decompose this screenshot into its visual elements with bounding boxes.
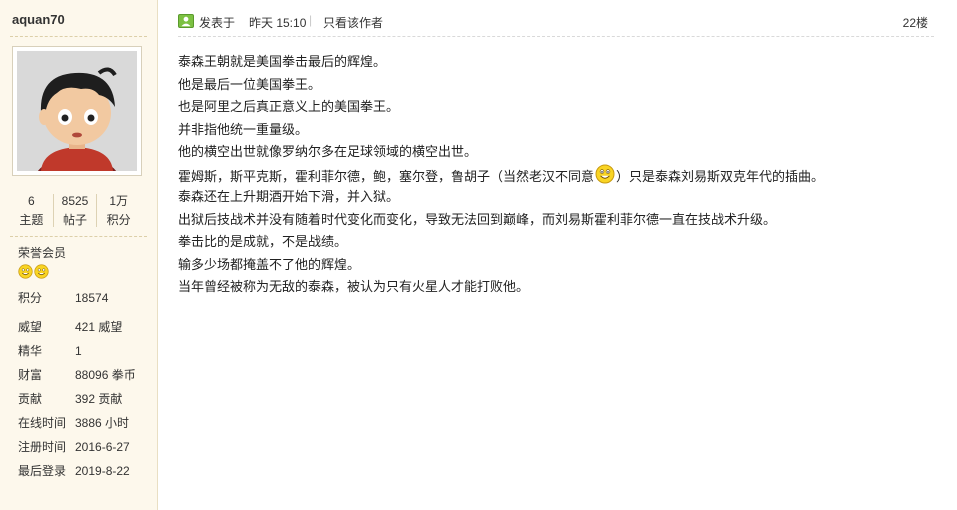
info-row-points: 积分 18574 [18,289,108,306]
info-row-last-login: 最后登录 2019-8-22 [18,462,130,479]
avatar[interactable] [17,51,137,171]
stat-points[interactable]: 1万 积分 [96,194,140,227]
info-row-prestige: 威望 421 威望 [18,318,122,335]
info-key: 威望 [18,320,43,334]
post-line: 他的横空出世就像罗纳尔多在足球领域的横空出世。 [178,144,478,159]
info-key: 精华 [18,344,43,358]
info-key: 积分 [18,291,43,305]
info-row-wealth: 财富 88096 拳币 [18,366,136,383]
info-value: 3886 小时 [75,416,130,430]
stat-posts-value[interactable]: 8525 [54,194,97,208]
info-value: 18574 [75,291,109,305]
divider [178,36,934,37]
floor-number[interactable]: 22楼 [903,14,928,31]
user-group[interactable]: 荣誉会员 [18,244,66,261]
post-line: 霍姆斯，斯平克斯，霍利菲尔德，鲍，塞尔登，鲁胡子（当然老汉不同意 ）只是泰森刘易… [178,164,934,187]
post-line: 并非指他统一重量级。 [178,121,309,137]
info-value: 88096 拳币 [75,368,136,382]
info-key: 在线时间 [18,416,67,430]
author-username[interactable]: aquan70 [12,12,65,27]
post-line: 出狱后技战术并没有随着时代变化而变化，导致无法回到巅峰，而刘易斯霍利菲尔德一直在… [178,211,777,227]
post-line-segment: 霍姆斯，斯平克斯，霍利菲尔德，鲍，塞尔登，鲁胡子（当然老汉不同意 [178,168,595,184]
info-row-registered: 注册时间 2016-6-27 [18,438,130,455]
info-row-online-time: 在线时间 3886 小时 [18,414,129,431]
post-line: 他是最后一位美国拳王。 [178,76,322,92]
divider [10,236,147,237]
info-row-digest: 精华 1 [18,342,82,359]
posted-time: 昨天 15:10 [249,16,307,30]
divider [10,36,147,37]
online-status-icon [178,14,194,28]
smiley-medal-icon[interactable] [18,264,33,279]
info-value: 2016-6-27 [75,440,130,454]
author-sidebar: aquan70 6 主题 8525 帖子 1万 积分 荣誉会员 积分 18574… [0,0,158,510]
author-stats: 6 主题 8525 帖子 1万 积分 [10,194,140,227]
info-key: 财富 [18,368,43,382]
posted-label: 发表于 [199,16,236,30]
smiley-icon [595,164,615,183]
post-line: 泰森还在上升期酒开始下滑，并入狱。 [178,189,400,204]
stat-points-value[interactable]: 1万 [97,194,140,208]
post-line-segment: ）只是泰森刘易斯双克年代的插曲。 [616,168,825,184]
header-separator: | [309,13,313,27]
post-body: 泰森王朝就是美国拳击最后的辉煌。 他是最后一位美国拳王。 也是阿里之后真正意义上… [178,51,934,299]
post-line: 当年曾经被称为无敌的泰森，被认为只有火星人才能打败他。 [178,279,530,294]
post-line: 输多少场都掩盖不了他的辉煌。 [178,256,361,272]
info-value: 421 威望 [75,320,123,334]
info-value: 2019-8-22 [75,464,130,478]
post-line: 拳击比的是成就，不是战绩。 [178,234,348,249]
info-value: 1 [75,344,82,358]
stat-threads-value[interactable]: 6 [10,194,53,208]
info-key: 最后登录 [18,464,67,478]
view-author-only-link[interactable]: 只看该作者 [323,14,383,31]
info-value: 392 贡献 [75,392,123,406]
smiley-medal-icon[interactable] [34,264,49,279]
medal-list [18,264,49,279]
stat-points-label: 积分 [106,213,131,227]
info-key: 注册时间 [18,440,67,454]
stat-threads-label: 主题 [19,213,44,227]
post-line: 也是阿里之后真正意义上的美国拳王。 [178,99,400,114]
stat-posts[interactable]: 8525 帖子 [52,194,97,227]
stat-threads[interactable]: 6 主题 [10,194,53,227]
info-key: 贡献 [18,392,43,406]
stat-posts-label: 帖子 [63,213,88,227]
avatar-frame [12,46,142,176]
post-line: 泰森王朝就是美国拳击最后的辉煌。 [178,54,387,69]
post-header: 发表于 昨天 15:10 | 只看该作者 22楼 [178,12,934,32]
info-row-contribution: 贡献 392 贡献 [18,390,122,407]
